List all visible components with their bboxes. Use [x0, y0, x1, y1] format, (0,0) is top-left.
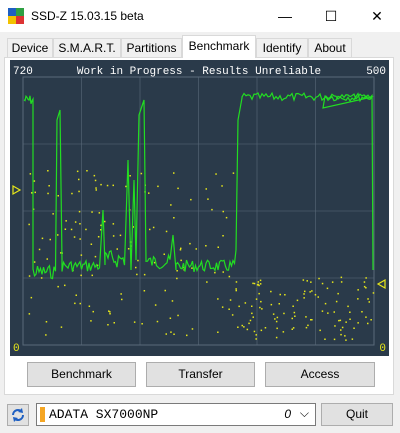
drive-index: 0	[284, 407, 291, 421]
drive-color-indicator	[40, 407, 45, 422]
left-axis-min-label: 0	[13, 343, 20, 355]
maximize-button[interactable]: ☐	[308, 0, 354, 32]
window-title: SSD-Z 15.03.15 beta	[31, 9, 144, 23]
left-marker-icon	[12, 184, 22, 196]
quit-button[interactable]: Quit	[321, 403, 393, 426]
drive-select[interactable]: ADATA SX7000NP 0 ⌵	[36, 403, 316, 426]
right-axis-max-label: 500	[366, 66, 386, 78]
benchmark-graph: 720 500 Work in Progress - Results Unrel…	[10, 60, 389, 356]
tab-device[interactable]: Device	[7, 38, 53, 57]
close-button[interactable]: ✕	[354, 0, 400, 32]
chevron-down-icon: ⌵	[299, 406, 309, 420]
tab-smart[interactable]: S.M.A.R.T.	[53, 38, 121, 57]
right-marker-icon	[376, 278, 386, 290]
tab-benchmark[interactable]: Benchmark	[182, 35, 256, 58]
app-icon	[8, 8, 24, 24]
refresh-icon[interactable]	[7, 404, 29, 426]
tab-about[interactable]: About	[308, 38, 352, 57]
left-axis-max-label: 720	[13, 66, 33, 78]
title-bar: SSD-Z 15.03.15 beta — ☐ ✕	[0, 0, 400, 32]
tab-identify[interactable]: Identify	[256, 38, 308, 57]
minimize-button[interactable]: —	[262, 0, 308, 32]
graph-header: Work in Progress - Results Unreliable	[77, 66, 321, 78]
graph-scatter-points	[28, 170, 375, 341]
graph-grid	[22, 76, 375, 346]
tab-partitions[interactable]: Partitions	[121, 38, 182, 57]
access-button[interactable]: Access	[265, 362, 375, 387]
benchmark-button[interactable]: Benchmark	[27, 362, 136, 387]
transfer-button[interactable]: Transfer	[146, 362, 255, 387]
drive-name: ADATA SX7000NP	[49, 407, 159, 422]
right-axis-min-label: 0	[379, 343, 386, 355]
